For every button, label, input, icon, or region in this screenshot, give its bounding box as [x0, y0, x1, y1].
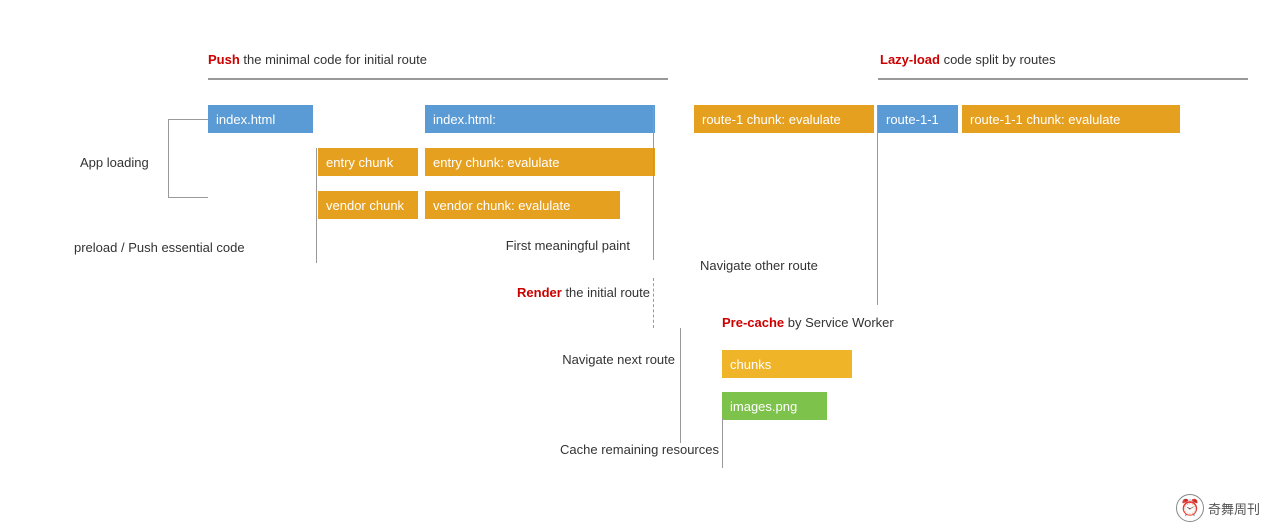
render-vline: [653, 278, 654, 328]
push-separator: [208, 78, 668, 80]
index-html-block-2: index.html:: [425, 105, 655, 133]
entry-chunk-block: entry chunk: [318, 148, 418, 176]
app-loading-label: App loading: [80, 155, 149, 170]
chunks-block: chunks: [722, 350, 852, 378]
first-paint-label: First meaningful paint: [450, 238, 630, 253]
route1-chunk-block: route-1 chunk: evalulate: [694, 105, 874, 133]
logo-icon: ⏰: [1176, 494, 1204, 522]
entry-chunk-eval-block: entry chunk: evalulate: [425, 148, 655, 176]
images-png-block: images.png: [722, 392, 827, 420]
app-loading-vline: [168, 119, 169, 198]
route11-block: route-1-1: [878, 105, 958, 133]
navigate-next-vline: [680, 328, 681, 443]
navigate-other-vline: [877, 105, 878, 305]
route11-chunk-block: route-1-1 chunk: evalulate: [962, 105, 1180, 133]
vendor-chunk-eval-block: vendor chunk: evalulate: [425, 191, 620, 219]
first-paint-vline: [653, 105, 654, 260]
app-loading-hline-top: [168, 119, 208, 120]
vendor-chunk-block: vendor chunk: [318, 191, 418, 219]
cache-remaining-label: Cache remaining resources: [494, 442, 719, 457]
preload-label: preload / Push essential code: [74, 240, 245, 255]
preload-vline: [316, 148, 317, 263]
render-label: Render the initial route: [480, 285, 650, 300]
pre-cache-label: Pre-cache by Service Worker: [722, 315, 894, 330]
logo: ⏰ 奇舞周刊: [1176, 494, 1260, 522]
diagram: Push the minimal code for initial route …: [0, 0, 1280, 532]
index-html-block-1: index.html: [208, 105, 313, 133]
navigate-next-label: Navigate next route: [490, 352, 675, 367]
lazy-separator: [878, 78, 1248, 80]
cache-remaining-vline: [722, 418, 723, 468]
lazy-header: Lazy-load code split by routes: [880, 52, 1056, 67]
app-loading-hline-bottom: [168, 197, 208, 198]
navigate-other-label: Navigate other route: [700, 258, 818, 273]
push-header: Push the minimal code for initial route: [208, 52, 427, 67]
